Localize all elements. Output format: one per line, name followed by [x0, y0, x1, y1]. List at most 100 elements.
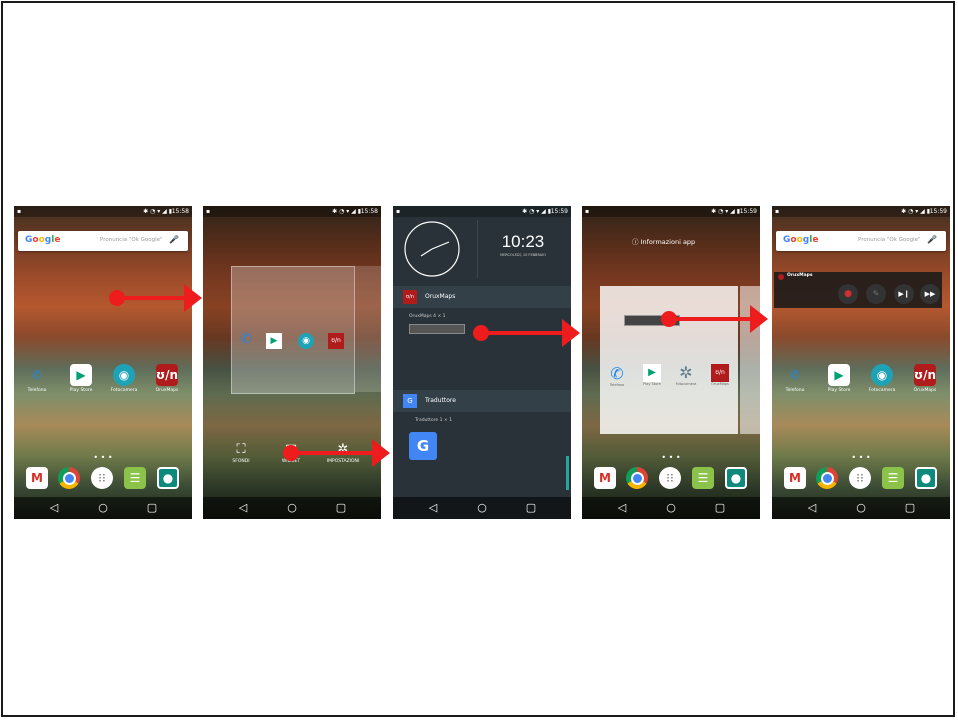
photos-icon[interactable]: ●: [157, 467, 179, 489]
app-telefono[interactable]: ✆ Telefono: [780, 364, 810, 393]
phone-icon: ✆: [31, 368, 43, 382]
home-icon[interactable]: ○: [284, 500, 300, 516]
homescreen-drop-area[interactable]: ✆ Telefono ▶ Play Store ✲ Fotocamera ʊ/n…: [600, 286, 738, 434]
oruxmaps-icon: ʊ/n: [328, 333, 344, 349]
app-label: Play Store: [643, 382, 661, 386]
app-play-store[interactable]: ▶ Play Store: [66, 364, 96, 393]
app-oruxmaps[interactable]: ʊ/n OruxMaps: [152, 364, 182, 393]
photos-icon[interactable]: ●: [725, 467, 747, 489]
widget-title: OruxMaps: [787, 273, 813, 278]
search-hint: Pronuncia "Ok Google": [858, 237, 921, 243]
app-drawer-icon[interactable]: ⁝⁝: [659, 467, 681, 489]
skip-button[interactable]: ▶▶: [920, 284, 940, 304]
status-bar: ▪ ✱ ◔ ▾ ◢ ▮ 15:59: [393, 206, 571, 217]
recents-icon[interactable]: ▢: [523, 500, 539, 516]
page-indicator: • • •: [661, 453, 681, 462]
hangouts-icon[interactable]: ☰: [124, 467, 146, 489]
page-indicator: • • •: [93, 453, 113, 462]
status-icons: ✱ ◔ ▾ ◢ ▮: [332, 208, 361, 215]
back-icon[interactable]: ◁: [425, 500, 441, 516]
notification-icon: ▪: [775, 208, 780, 215]
mini-app-play-store: ▶ Play Store: [640, 364, 664, 386]
app-label: Fotocamera: [110, 388, 138, 393]
analog-clock-widget[interactable]: [403, 220, 461, 278]
app-label: Telefono: [785, 388, 805, 393]
scrollbar[interactable]: [566, 456, 569, 490]
app-drawer-icon[interactable]: ⁝⁝: [849, 467, 871, 489]
back-icon[interactable]: ◁: [804, 500, 820, 516]
hangouts-icon[interactable]: ☰: [882, 467, 904, 489]
status-time: 15:58: [360, 208, 378, 215]
option-label: IMPOSTAZIONI: [326, 459, 360, 464]
phone-screen-widget-list: ▪ ✱ ◔ ▾ ◢ ▮ 15:59 10:23 MERCOLEDÌ, 10 FE…: [393, 206, 571, 519]
back-icon[interactable]: ◁: [235, 500, 251, 516]
recents-icon[interactable]: ▢: [333, 500, 349, 516]
home-icon[interactable]: ○: [663, 500, 679, 516]
homescreen-preview[interactable]: ✆ ▶ ◉ ʊ/n: [231, 266, 355, 394]
play-pause-button[interactable]: ▶❙: [894, 284, 914, 304]
oruxmaps-widget: OruxMaps ● ✎ ▶❙ ▶▶: [774, 272, 942, 308]
option-wallpapers[interactable]: ⛶ SFONDI: [225, 442, 257, 464]
dock: M ⁝⁝ ☰ ●: [14, 465, 192, 493]
arrow-head: [184, 284, 202, 312]
mic-icon[interactable]: 🎤: [169, 235, 179, 244]
status-bar: ▪ ✱ ◔ ▾ ◢ ▮ 15:58: [203, 206, 381, 217]
app-label: Telefono: [609, 383, 625, 387]
mini-app-fotocamera: ✲ Fotocamera: [674, 363, 698, 387]
photos-icon[interactable]: ●: [915, 467, 937, 489]
home-icon[interactable]: ○: [95, 500, 111, 516]
chrome-icon[interactable]: [626, 467, 648, 489]
notification-icon: ▪: [17, 208, 22, 215]
app-info-drop-target[interactable]: ⓘ Informazioni app: [632, 236, 695, 246]
mini-app-oruxmaps: ʊ/n OruxMaps: [708, 364, 732, 386]
play-store-icon: ▶: [828, 364, 850, 386]
annotation-arrow-1: [109, 284, 202, 312]
record-button[interactable]: ●: [838, 284, 858, 304]
google-search-bar[interactable]: Google Pronuncia "Ok Google" 🎤: [776, 231, 946, 251]
settings-icon: ✲: [679, 363, 693, 382]
recents-icon[interactable]: ▢: [144, 500, 160, 516]
page-indicator: • • •: [851, 453, 871, 462]
mic-icon[interactable]: 🎤: [927, 235, 937, 244]
app-telefono[interactable]: ✆ Telefono: [22, 364, 52, 393]
app-play-store[interactable]: ▶ Play Store: [824, 364, 854, 393]
app-oruxmaps[interactable]: ʊ/n OruxMaps: [910, 364, 940, 393]
chrome-icon[interactable]: [816, 467, 838, 489]
traduttore-widget-preview[interactable]: G: [409, 432, 437, 460]
status-icons: ✱ ◔ ▾ ◢ ▮: [143, 208, 172, 215]
oruxmaps-widget-preview[interactable]: [409, 324, 465, 334]
waypoint-button[interactable]: ✎: [866, 284, 886, 304]
arrow-start-dot: [109, 290, 125, 306]
arrow-start-dot: [661, 311, 677, 327]
dock: M ⁝⁝ ☰ ●: [582, 465, 760, 493]
oruxmaps-icon: [778, 274, 784, 280]
navigation-bar: ◁ ○ ▢: [772, 497, 950, 519]
google-search-bar[interactable]: Google Pronuncia "Ok Google" 🎤: [18, 231, 188, 251]
notification-icon: ▪: [585, 208, 590, 215]
annotation-arrow-4: [661, 305, 768, 333]
play-store-icon: ▶: [70, 364, 92, 386]
recents-icon[interactable]: ▢: [902, 500, 918, 516]
chrome-icon[interactable]: [58, 467, 80, 489]
digital-clock-widget[interactable]: 10:23 MERCOLEDÌ, 10 FEBBRAIO: [477, 220, 568, 278]
app-fotocamera[interactable]: ◉ Fotocamera: [109, 364, 139, 393]
hangouts-icon[interactable]: ☰: [692, 467, 714, 489]
home-icon[interactable]: ○: [474, 500, 490, 516]
gmail-icon[interactable]: M: [594, 467, 616, 489]
home-icon[interactable]: ○: [853, 500, 869, 516]
status-time: 15:59: [929, 208, 947, 215]
recents-icon[interactable]: ▢: [712, 500, 728, 516]
phone-icon: ✆: [240, 331, 252, 347]
back-icon[interactable]: ◁: [46, 500, 62, 516]
next-page-preview[interactable]: [355, 266, 381, 392]
gmail-icon[interactable]: M: [26, 467, 48, 489]
oruxmaps-icon: ʊ/n: [403, 290, 417, 304]
camera-icon: ◉: [871, 364, 893, 386]
app-drawer-icon[interactable]: ⁝⁝: [91, 467, 113, 489]
status-bar: ▪ ✱ ◔ ▾ ◢ ▮ 15:58: [14, 206, 192, 217]
app-label: OruxMaps: [913, 388, 937, 393]
arrow-head: [372, 439, 390, 467]
gmail-icon[interactable]: M: [784, 467, 806, 489]
app-fotocamera[interactable]: ◉ Fotocamera: [867, 364, 897, 393]
back-icon[interactable]: ◁: [614, 500, 630, 516]
